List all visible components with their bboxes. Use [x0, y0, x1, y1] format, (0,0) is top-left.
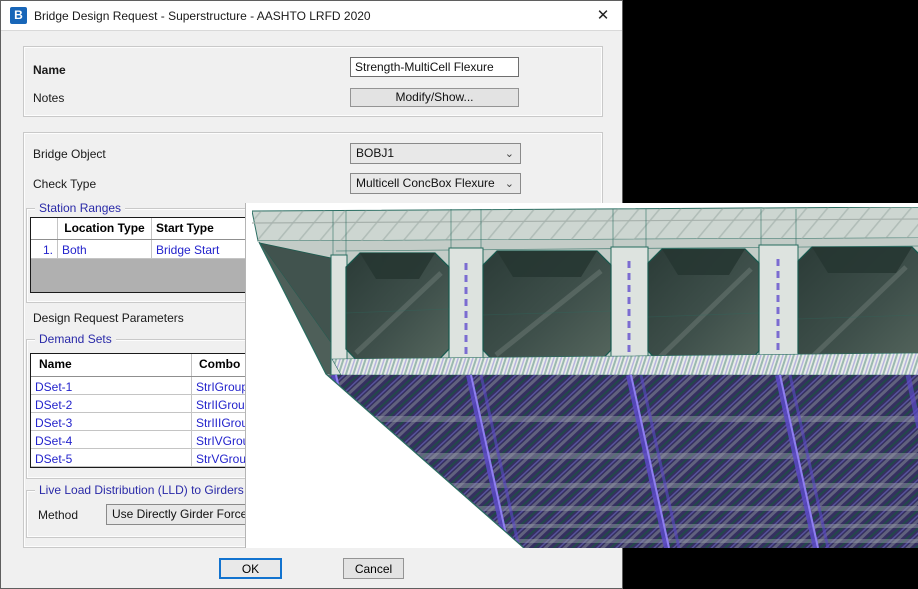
- check-type-select[interactable]: Multicell ConcBox Flexure ⌄: [350, 173, 521, 194]
- check-type-value: Multicell ConcBox Flexure: [356, 176, 495, 190]
- lld-method-value: Use Directly Girder Forces f: [112, 507, 260, 521]
- close-icon[interactable]: ✕: [592, 5, 614, 27]
- method-label: Method: [38, 508, 78, 522]
- desktop: B Bridge Design Request - Superstructure…: [0, 0, 918, 589]
- notes-label: Notes: [33, 91, 64, 105]
- demand-row-name[interactable]: DSet-1: [31, 377, 192, 394]
- bridge-object-value: BOBJ1: [356, 146, 394, 160]
- desktop-background: [623, 0, 918, 203]
- bridge-3d-render[interactable]: [245, 203, 918, 548]
- ok-button[interactable]: OK: [219, 558, 282, 579]
- dialog-titlebar[interactable]: B Bridge Design Request - Superstructure…: [1, 1, 622, 31]
- modify-show-button[interactable]: Modify/Show...: [350, 88, 519, 107]
- chevron-down-icon: ⌄: [505, 147, 514, 160]
- station-col-num-header: [31, 218, 58, 239]
- demand-col-name-header: Name: [31, 354, 192, 376]
- bridge-object-select[interactable]: BOBJ1 ⌄: [350, 143, 521, 164]
- bridge-model-graphic: [246, 203, 918, 548]
- demand-row-name[interactable]: DSet-4: [31, 431, 192, 448]
- desktop-background: [623, 548, 918, 589]
- bridge-object-label: Bridge Object: [33, 147, 106, 161]
- cancel-button[interactable]: Cancel: [343, 558, 404, 579]
- lld-group-label: Live Load Distribution (LLD) to Girders: [35, 483, 248, 497]
- station-row-location[interactable]: Both: [58, 240, 152, 258]
- demand-row-name[interactable]: DSet-2: [31, 395, 192, 412]
- station-row-num: 1.: [31, 240, 58, 258]
- app-icon: B: [10, 7, 27, 24]
- check-type-label: Check Type: [33, 177, 96, 191]
- station-ranges-group-label: Station Ranges: [35, 201, 125, 215]
- design-request-parameters-label: Design Request Parameters: [33, 311, 184, 325]
- dialog-title: Bridge Design Request - Superstructure -…: [34, 9, 371, 23]
- name-label: Name: [33, 63, 66, 77]
- chevron-down-icon: ⌄: [505, 177, 514, 190]
- demand-sets-group-label: Demand Sets: [35, 332, 116, 346]
- station-col-location-header: Location Type: [58, 218, 152, 239]
- name-input[interactable]: Strength-MultiCell Flexure: [350, 57, 519, 77]
- demand-row-name[interactable]: DSet-5: [31, 449, 192, 466]
- demand-row-name[interactable]: DSet-3: [31, 413, 192, 430]
